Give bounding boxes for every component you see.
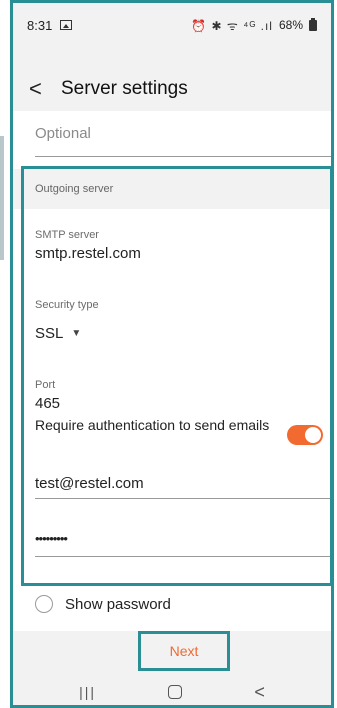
- battery-text: 68%: [278, 18, 303, 32]
- nav-back-icon[interactable]: <: [254, 682, 265, 703]
- app-bar: < Server settings: [13, 69, 331, 109]
- settings-content: Optional Outgoing server SMTP server smt…: [13, 111, 331, 631]
- back-arrow-icon[interactable]: <: [29, 78, 55, 100]
- outgoing-section-header: Outgoing server: [13, 169, 331, 209]
- require-auth-row[interactable]: Require authentication to send emails: [35, 415, 331, 461]
- status-bar: 8:31 ⏰ ✱ ᯤ ⁴ᴳ .ıl 68%: [13, 3, 331, 47]
- radio-icon[interactable]: [35, 595, 53, 613]
- status-right: ⏰ ✱ ᯤ ⁴ᴳ .ıl 68%: [191, 17, 317, 34]
- require-auth-label: Require authentication to send emails: [35, 417, 270, 433]
- recent-apps-icon[interactable]: |||: [79, 684, 96, 700]
- security-type-field[interactable]: Security type SSL ▼: [35, 299, 331, 342]
- security-type-value: SSL: [35, 325, 64, 342]
- battery-icon: [309, 17, 317, 31]
- port-label: Port: [35, 379, 56, 391]
- require-auth-toggle[interactable]: [287, 425, 323, 445]
- home-icon[interactable]: [168, 685, 183, 699]
- port-value[interactable]: 465: [35, 395, 331, 412]
- show-password-option[interactable]: Show password: [35, 595, 171, 613]
- port-field[interactable]: Port 465: [35, 379, 331, 412]
- screen-frame: 8:31 ⏰ ✱ ᯤ ⁴ᴳ .ıl 68% < Server settings …: [10, 0, 334, 708]
- next-button[interactable]: Next: [138, 631, 230, 671]
- system-nav-bar: ||| <: [13, 673, 331, 705]
- security-type-dropdown[interactable]: SSL ▼: [35, 325, 331, 342]
- show-password-label: Show password: [65, 595, 171, 613]
- smtp-server-field[interactable]: SMTP server smtp.restel.com: [35, 229, 331, 262]
- left-edge-tab: [0, 136, 4, 260]
- smtp-server-label: SMTP server: [35, 229, 99, 241]
- status-time: 8:31: [27, 17, 53, 33]
- next-button-label: Next: [169, 643, 199, 659]
- status-icons: ⏰ ✱ ᯤ ⁴ᴳ .ıl: [191, 18, 273, 33]
- page-title: Server settings: [61, 78, 188, 99]
- gallery-icon: [60, 20, 73, 30]
- security-type-label: Security type: [35, 299, 99, 311]
- smtp-server-value[interactable]: smtp.restel.com: [35, 245, 331, 262]
- toggle-knob: [305, 427, 321, 443]
- password-field[interactable]: •••••••••: [35, 531, 331, 557]
- username-field[interactable]: test@restel.com: [35, 475, 331, 499]
- incoming-optional-field[interactable]: Optional: [35, 123, 331, 157]
- caret-down-icon: ▼: [71, 328, 82, 339]
